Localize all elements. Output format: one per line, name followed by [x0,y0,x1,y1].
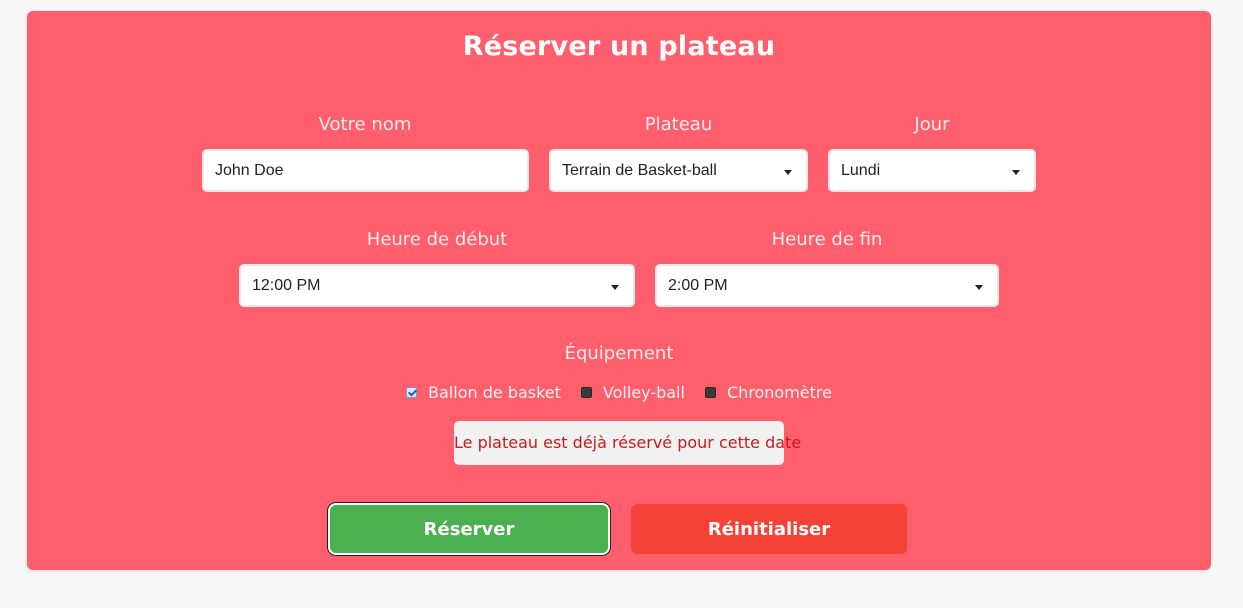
start-time-label: Heure de début [366,229,508,250]
reservation-card: Réserver un plateau Votre nom Plateau Te… [27,11,1211,570]
plateau-label: Plateau [644,114,713,135]
start-time-value: 12:00 PM [252,277,321,294]
plateau-select[interactable]: Terrain de Basket-ball [549,149,808,192]
end-time-value: 2:00 PM [668,277,728,294]
equipment-option-chronometre[interactable]: Chronomètre [704,383,832,402]
equipment-option-label: Ballon de basket [428,383,561,402]
end-time-label: Heure de fin [771,229,883,250]
checkbox-checked[interactable] [406,387,418,398]
chevron-down-icon [1012,170,1020,175]
chevron-down-icon [611,285,619,290]
start-time-select[interactable]: 12:00 PM [239,264,635,307]
chevron-down-icon [975,285,983,290]
equipment-option-label: Chronomètre [726,383,832,402]
checkbox-unchecked[interactable] [580,387,592,398]
end-time-select[interactable]: 2:00 PM [655,264,999,307]
error-message: Le plateau est déjà réservé pour cette d… [454,421,801,465]
day-select-value: Lundi [841,162,881,179]
plateau-select-value: Terrain de Basket-ball [562,162,717,179]
equipment-option-label: Volley-ball [602,383,685,402]
reset-button[interactable]: Réinitialiser [631,504,907,554]
equipment-option-ballon[interactable]: Ballon de basket [406,383,561,402]
equipment-label: Équipement [564,343,674,364]
day-select[interactable]: Lundi [828,149,1036,192]
equipment-options: Ballon de basket Volley-ball Chronomètre [27,383,1211,402]
name-label: Votre nom [318,114,412,135]
chevron-down-icon [784,170,792,175]
reserve-button[interactable]: Réserver [330,505,608,553]
day-label: Jour [914,114,950,135]
checkbox-unchecked[interactable] [704,387,716,398]
form-title: Réserver un plateau [462,31,776,62]
name-input[interactable] [202,149,529,192]
equipment-option-volley[interactable]: Volley-ball [580,383,685,402]
